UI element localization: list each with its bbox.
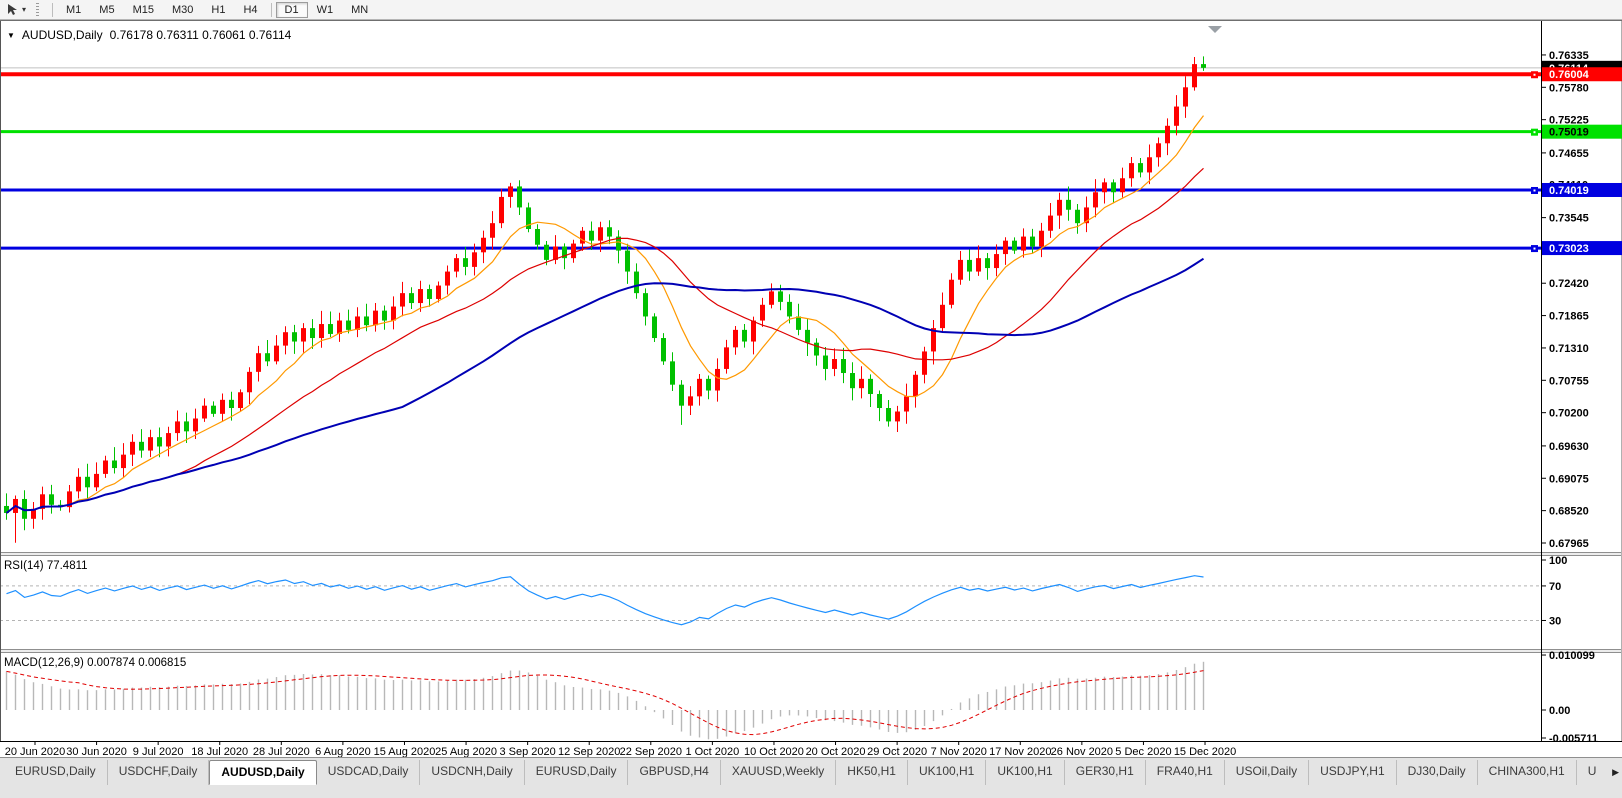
svg-text:5 Dec 2020: 5 Dec 2020 (1115, 746, 1171, 757)
svg-text:20 Oct 2020: 20 Oct 2020 (806, 746, 866, 757)
svg-text:0.73545: 0.73545 (1549, 213, 1589, 225)
svg-text:28 Jul 2020: 28 Jul 2020 (253, 746, 310, 757)
svg-text:0.70200: 0.70200 (1549, 408, 1589, 420)
svg-text:0.00: 0.00 (1549, 705, 1570, 717)
indicator-axis[interactable]: 100 70 30 0.010099 0.00 -0.005711 (1541, 555, 1598, 745)
svg-text:0.76004: 0.76004 (1549, 69, 1590, 81)
tab-usdcnh-daily[interactable]: USDCNH,Daily (420, 760, 524, 785)
svg-text:0.75780: 0.75780 (1549, 82, 1589, 94)
svg-text:0.71865: 0.71865 (1549, 311, 1589, 323)
timeframe-button-mn[interactable]: MN (342, 2, 377, 18)
tab-u[interactable]: U (1577, 760, 1604, 785)
svg-text:0.67965: 0.67965 (1549, 538, 1589, 550)
tab-usdjpy-h1[interactable]: USDJPY,H1 (1309, 760, 1396, 785)
svg-text:0.71310: 0.71310 (1549, 343, 1589, 355)
tab-usoil-daily[interactable]: USOil,Daily (1225, 760, 1309, 785)
price-axis[interactable]: 0.763350.757800.752250.746550.741100.735… (1541, 50, 1622, 550)
svg-text:3 Sep 2020: 3 Sep 2020 (499, 746, 555, 757)
tab-dj30-daily[interactable]: DJ30,Daily (1397, 760, 1478, 785)
timeframe-button-h4[interactable]: H4 (234, 2, 266, 18)
svg-text:12 Sep 2020: 12 Sep 2020 (558, 746, 620, 757)
candlestick-series (4, 56, 1206, 542)
tab-eurusd-daily[interactable]: EURUSD,Daily (4, 760, 108, 785)
moving-average-45 (7, 259, 1204, 513)
tab-uk100-h1[interactable]: UK100,H1 (908, 760, 986, 785)
svg-text:1 Oct 2020: 1 Oct 2020 (685, 746, 739, 757)
svg-text:0.68520: 0.68520 (1549, 506, 1589, 518)
svg-text:0.73023: 0.73023 (1549, 243, 1589, 255)
timeframe-button-h1[interactable]: H1 (202, 2, 234, 18)
svg-text:9 Jul 2020: 9 Jul 2020 (133, 746, 184, 757)
svg-text:-0.005711: -0.005711 (1549, 733, 1598, 745)
dropdown-caret-icon[interactable]: ▾ (22, 5, 26, 14)
tab-usdchf-daily[interactable]: USDCHF,Daily (108, 760, 210, 785)
tab-audusd-daily[interactable]: AUDUSD,Daily (209, 760, 316, 785)
time-axis[interactable]: 20 Jun 202030 Jun 2020 9 Jul 2020 18 Jul 2… (5, 741, 1236, 757)
chart-canvas[interactable]: 0.763350.757800.752250.746550.741100.735… (0, 21, 1622, 757)
svg-text:0.010099: 0.010099 (1549, 650, 1595, 662)
svg-text:0.74655: 0.74655 (1549, 148, 1589, 160)
toolbar-separator (271, 3, 272, 17)
toolbar-grip[interactable] (36, 3, 39, 16)
svg-text:30: 30 (1549, 615, 1561, 627)
tab-scroll-right-icon[interactable]: ▶ (1612, 767, 1619, 778)
svg-text:15 Dec 2020: 15 Dec 2020 (1174, 746, 1236, 757)
toolbar-separator (52, 3, 53, 17)
svg-text:0.74019: 0.74019 (1549, 185, 1589, 197)
svg-text:70: 70 (1549, 581, 1561, 593)
tab-uk100-h1[interactable]: UK100,H1 (986, 760, 1064, 785)
svg-text:18 Jul 2020: 18 Jul 2020 (191, 746, 248, 757)
svg-text:7 Nov 2020: 7 Nov 2020 (931, 746, 987, 757)
timeframe-button-m5[interactable]: M5 (90, 2, 123, 18)
tab-gbpusd-h4[interactable]: GBPUSD,H4 (628, 760, 720, 785)
svg-text:0.72420: 0.72420 (1549, 278, 1589, 290)
tab-usdcad-daily[interactable]: USDCAD,Daily (317, 760, 421, 785)
svg-text:22 Sep 2020: 22 Sep 2020 (620, 746, 682, 757)
svg-text:25 Aug 2020: 25 Aug 2020 (435, 746, 497, 757)
timeframe-button-w1[interactable]: W1 (308, 2, 343, 18)
timeframe-button-m30[interactable]: M30 (163, 2, 202, 18)
tab-xauusd-weekly[interactable]: XAUUSD,Weekly (721, 760, 836, 785)
svg-text:10 Oct 2020: 10 Oct 2020 (744, 746, 804, 757)
svg-text:17 Nov 2020: 17 Nov 2020 (989, 746, 1051, 757)
svg-text:29 Oct 2020: 29 Oct 2020 (867, 746, 927, 757)
horizontal-price-lines[interactable] (0, 68, 1541, 252)
chart-shift-marker-icon[interactable] (1208, 26, 1222, 33)
svg-text:0.76335: 0.76335 (1549, 50, 1589, 62)
svg-text:0.69075: 0.69075 (1549, 473, 1589, 485)
tab-hk50-h1[interactable]: HK50,H1 (836, 760, 908, 785)
chart-window[interactable]: 0.763350.757800.752250.746550.741100.735… (0, 20, 1622, 757)
timeframe-button-m15[interactable]: M15 (124, 2, 163, 18)
svg-text:0.70755: 0.70755 (1549, 375, 1589, 387)
rsi-line (7, 576, 1204, 625)
moving-average-20 (7, 168, 1204, 513)
svg-text:100: 100 (1549, 555, 1567, 567)
timeframe-button-d1[interactable]: D1 (276, 2, 308, 18)
chart-cursor-icon[interactable] (4, 3, 20, 17)
svg-text:6 Aug 2020: 6 Aug 2020 (315, 746, 371, 757)
timeframe-toolbar: ▾ M1M5M15M30H1H4 D1W1MN (0, 0, 1622, 20)
chart-tabs: EURUSD,DailyUSDCHF,DailyAUDUSD,DailyUSDC… (4, 760, 1604, 785)
svg-text:20 Jun 2020: 20 Jun 2020 (5, 746, 66, 757)
svg-text:0.75019: 0.75019 (1549, 127, 1589, 139)
timeframe-buttons: M1M5M15M30H1H4 D1W1MN (48, 2, 377, 18)
svg-text:26 Nov 2020: 26 Nov 2020 (1051, 746, 1113, 757)
tab-eurusd-daily[interactable]: EURUSD,Daily (525, 760, 629, 785)
moving-average-8 (7, 116, 1204, 513)
svg-text:0.69630: 0.69630 (1549, 441, 1589, 453)
svg-text:15 Aug 2020: 15 Aug 2020 (374, 746, 436, 757)
svg-text:30 Jun 2020: 30 Jun 2020 (66, 746, 127, 757)
tab-china300-h1[interactable]: CHINA300,H1 (1478, 760, 1577, 785)
timeframe-button-m1[interactable]: M1 (57, 2, 90, 18)
chart-tab-bar: EURUSD,DailyUSDCHF,DailyAUDUSD,DailyUSDC… (0, 757, 1622, 798)
macd-histogram (7, 662, 1204, 740)
tab-ger30-h1[interactable]: GER30,H1 (1065, 760, 1146, 785)
tab-fra40-h1[interactable]: FRA40,H1 (1146, 760, 1225, 785)
